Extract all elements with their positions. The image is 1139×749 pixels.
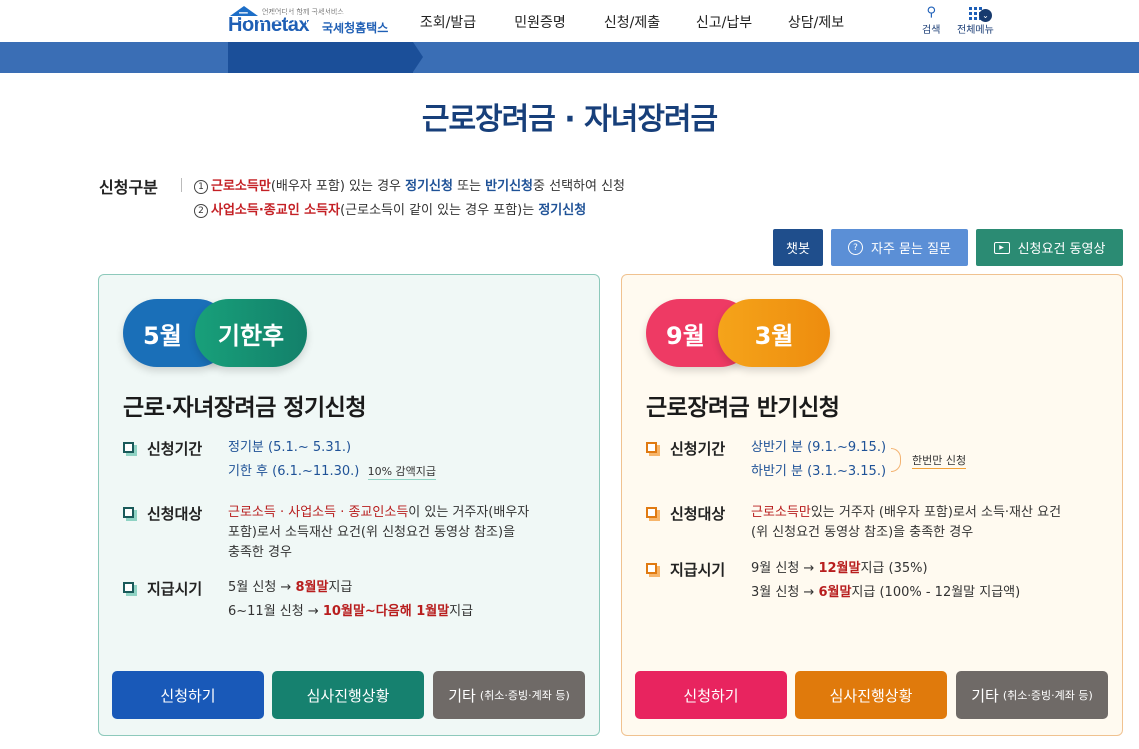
checkbox-icon — [646, 506, 660, 521]
card-title: 근로장려금 반기신청 — [646, 395, 840, 421]
faq-label: 자주 묻는 질문 — [870, 242, 952, 257]
period-label: 신청기간 — [646, 438, 725, 459]
apply-type-line-1: 1 근로소득만(배우자 포함) 있는 경우 정기신청 또는 반기신청중 선택하여 … — [194, 175, 625, 194]
hamburger-icon: ☰ — [238, 9, 249, 24]
faq-button[interactable]: ? 자주 묻는 질문 — [831, 229, 968, 266]
period-label: 신청기간 — [123, 438, 202, 459]
checkbox-icon — [646, 441, 660, 456]
target-text: 근로소득만있는 거주자 (배우자 포함)로서 소득·재산 요건 (위 신청요건 … — [751, 505, 1062, 540]
sub-nav-bar — [0, 42, 1139, 73]
circle-number: 1 — [194, 180, 208, 194]
search-button[interactable]: ⚲ 검색 — [922, 5, 940, 36]
checkbox-icon — [123, 506, 137, 521]
period-line-1: 상반기 분 (9.1.~9.15.) — [751, 440, 887, 455]
gnb-filing[interactable]: 신고/납부 — [678, 12, 770, 32]
current-menu-dropdown[interactable]: ☰ 근로·자녀장려금 ▼ — [238, 7, 396, 26]
payment-line-1: 9월 신청 → 12월말지급 (35%) — [751, 561, 928, 576]
checkbox-icon — [123, 441, 137, 456]
gnb-certificate[interactable]: 민원증명 — [494, 12, 586, 32]
caret-down-icon: ▼ — [390, 7, 397, 16]
top-header: 언제어디서 함께 국세서비스 Hometax 국세청홈택스 조회/발급 민원증명… — [0, 0, 1139, 42]
chatbot-button[interactable]: 챗봇 — [773, 229, 823, 266]
section-label: 신청구분 — [99, 178, 158, 197]
play-icon: ▶ — [993, 241, 1010, 254]
other-button[interactable]: 기타 (취소·증빙·계좌 등) — [433, 671, 585, 719]
all-menu-label: 전체메뉴 — [957, 25, 994, 36]
payment-line-2: 6~11월 신청 → 10월말~다음해 1월말지급 — [228, 604, 474, 619]
chatbot-label: 챗봇 — [786, 242, 810, 257]
period-line-1: 정기분 (5.1.~ 5.31.) — [228, 440, 352, 455]
reduction-note: 10% 감액지급 — [367, 465, 437, 480]
chevron-down-icon[interactable]: ⌄ — [979, 9, 992, 22]
once-only-note: 한번만 신청 — [912, 454, 967, 469]
period-line-2: 하반기 분 (3.1.~3.15.) — [751, 464, 887, 479]
page-title: 근로장려금 · 자녀장려금 — [421, 102, 718, 137]
apply-button[interactable]: 신청하기 — [635, 671, 787, 719]
apply-button[interactable]: 신청하기 — [112, 671, 264, 719]
payment-label: 지급시기 — [646, 559, 725, 580]
after-deadline-badge: 기한후 — [195, 299, 307, 367]
target-label: 신청대상 — [123, 503, 202, 524]
target-label: 신청대상 — [646, 503, 725, 524]
half-year-application-card: 9월 3월 근로장려금 반기신청 신청기간 상반기 분 (9.1.~9.15.)… — [621, 274, 1123, 736]
gnb-inquiry[interactable]: 조회/발급 — [402, 12, 494, 32]
payment-line-2: 3월 신청 → 6월말지급 (100% - 12월말 지급액) — [751, 585, 1021, 600]
payment-line-1: 5월 신청 → 8월말지급 — [228, 580, 353, 595]
target-text: 근로소득 · 사업소득 · 종교인소득이 있는 거주자(배우자 포함)로서 소득… — [228, 505, 530, 560]
period-line-2: 기한 후 (6.1.~11.30.) 10% 감액지급 — [228, 464, 437, 480]
circle-number: 2 — [194, 204, 208, 218]
checkbox-icon — [123, 581, 137, 596]
payment-label: 지급시기 — [123, 578, 202, 599]
regular-application-card: 5월 기한후 근로·자녀장려금 정기신청 신청기간 정기분 (5.1.~ 5.3… — [98, 274, 600, 736]
search-icon: ⚲ — [926, 5, 936, 20]
gnb-consult[interactable]: 상담/제보 — [770, 12, 862, 32]
apply-type-line-2: 2 사업소득·종교인 소득자(근로소득이 같이 있는 경우 포함)는 정기신청 — [194, 199, 586, 218]
card-title: 근로·자녀장려금 정기신청 — [123, 395, 367, 421]
review-status-button[interactable]: 심사진행상황 — [795, 671, 947, 719]
video-button[interactable]: ▶ 신청요건 동영상 — [976, 229, 1123, 266]
checkbox-icon — [646, 562, 660, 577]
other-button[interactable]: 기타 (취소·증빙·계좌 등) — [956, 671, 1108, 719]
month-badge-2: 3월 — [718, 299, 830, 367]
video-label: 신청요건 동영상 — [1017, 242, 1106, 257]
divider — [181, 178, 182, 192]
global-nav: 조회/발급 민원증명 신청/제출 신고/납부 상담/제보 — [402, 12, 862, 32]
gnb-application[interactable]: 신청/제출 — [586, 12, 678, 32]
question-icon: ? — [847, 240, 863, 255]
current-menu-label: 근로·자녀장려금 — [256, 11, 345, 26]
bracket-mark — [891, 448, 901, 472]
search-label: 검색 — [922, 25, 941, 36]
review-status-button[interactable]: 심사진행상황 — [272, 671, 424, 719]
